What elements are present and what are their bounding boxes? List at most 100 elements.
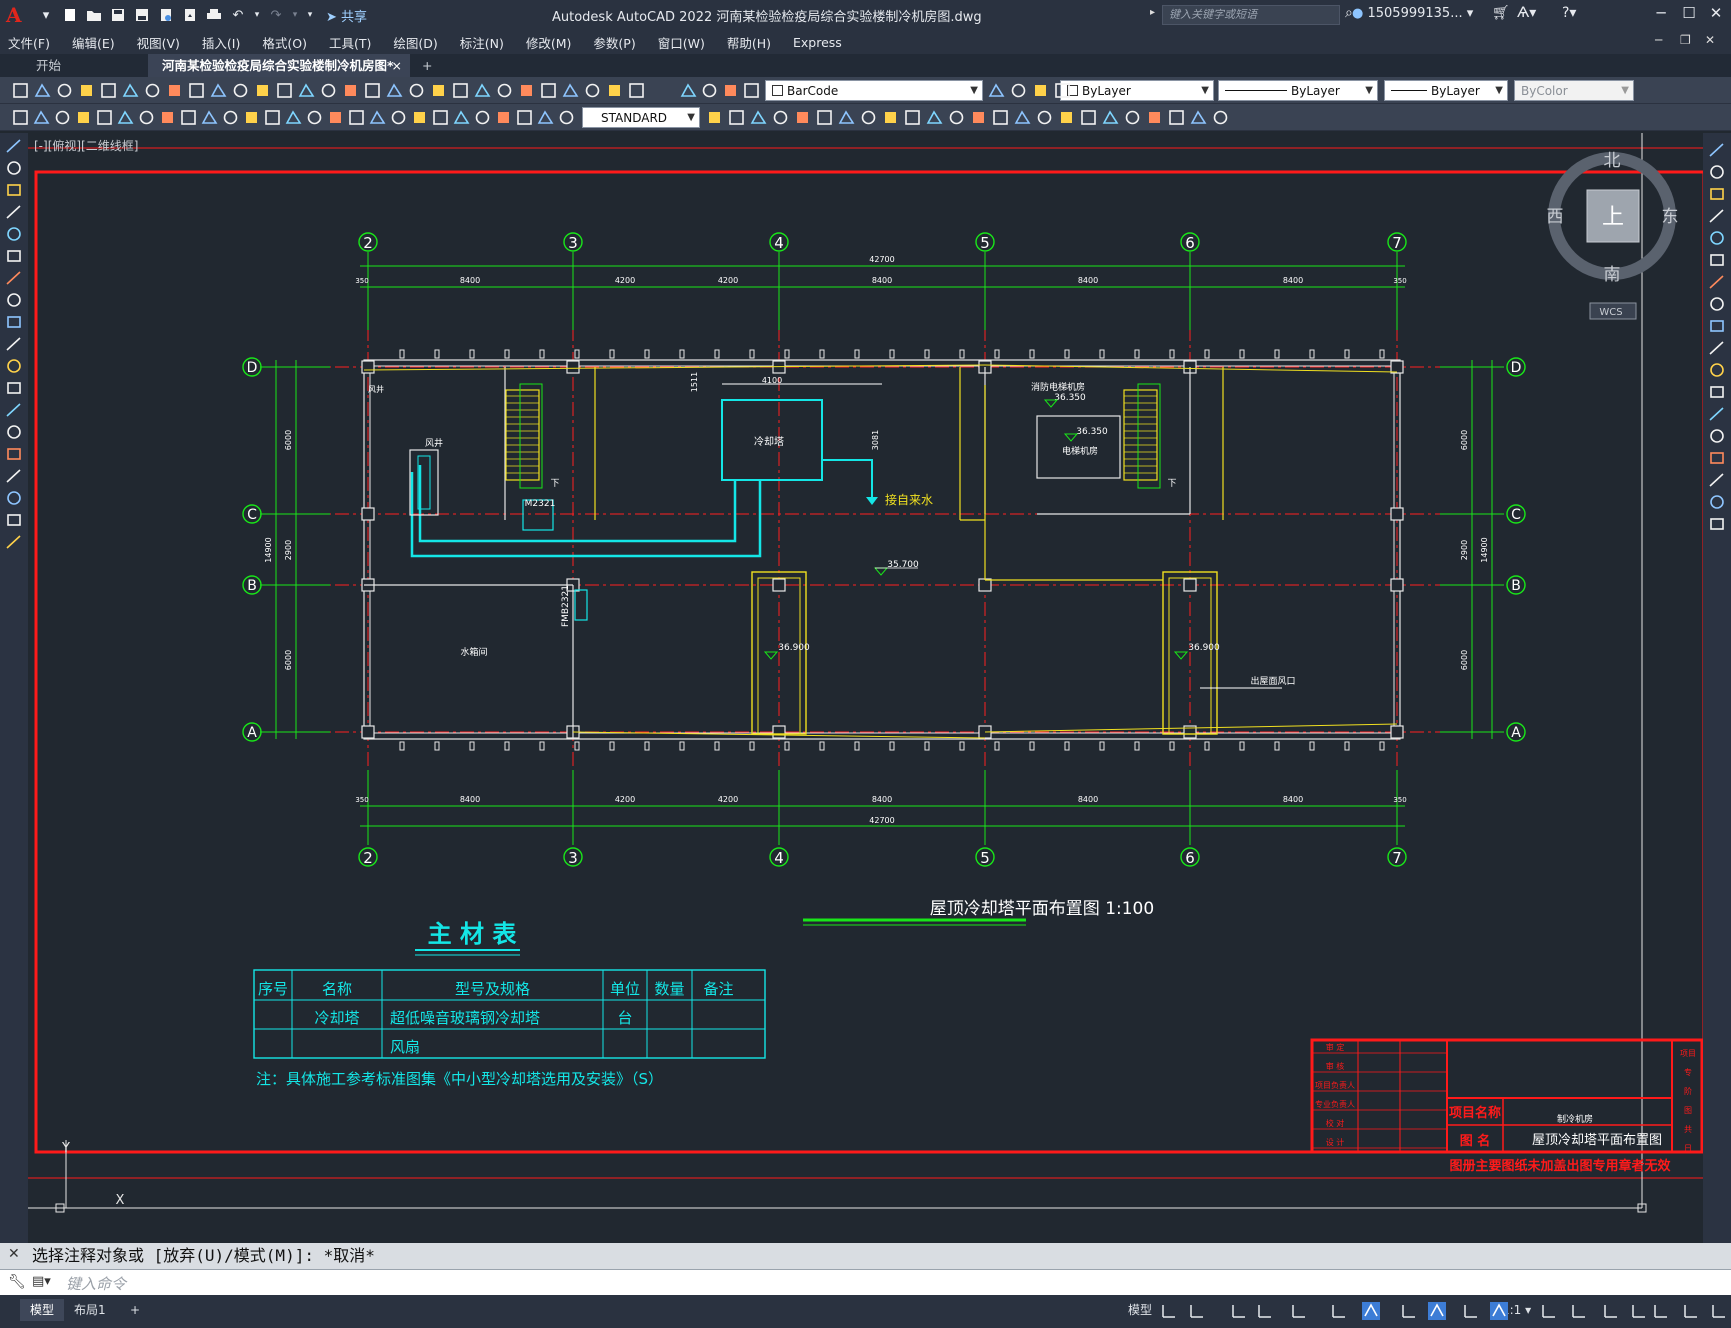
dimension-tool-icon-34[interactable]: [860, 109, 877, 126]
dimension-tool-icon-36[interactable]: [904, 109, 921, 126]
dimension-tool-icon-41[interactable]: [1014, 109, 1031, 126]
standard-tool-icon-2[interactable]: [56, 82, 73, 99]
cart-icon[interactable]: 🛒︎: [1492, 5, 1510, 21]
modify-tool-icon-12[interactable]: [1708, 405, 1726, 423]
standard-tool-icon-34[interactable]: [1010, 82, 1027, 99]
menu-item-4[interactable]: 格式(O): [262, 33, 307, 52]
draw-tool-icon-15[interactable]: [5, 467, 23, 485]
open-file-icon[interactable]: [84, 5, 104, 25]
redo-dropdown-icon[interactable]: ▾: [290, 5, 300, 25]
standard-tool-icon-25[interactable]: [562, 82, 579, 99]
standard-tool-icon-18[interactable]: [408, 82, 425, 99]
standard-tool-icon-30[interactable]: [701, 82, 718, 99]
dimension-tool-icon-10[interactable]: [222, 109, 239, 126]
modify-tool-icon-15[interactable]: [1708, 471, 1726, 489]
draw-tool-icon-16[interactable]: [5, 489, 23, 507]
dimension-tool-icon-2[interactable]: [54, 109, 71, 126]
dimension-tool-icon-35[interactable]: [882, 109, 899, 126]
draw-tool-icon-11[interactable]: [5, 379, 23, 397]
menu-item-12[interactable]: Express: [793, 35, 842, 50]
dimension-tool-icon-43[interactable]: [1058, 109, 1075, 126]
modify-tool-icon-17[interactable]: [1708, 515, 1726, 533]
standard-tool-icon-6[interactable]: [144, 82, 161, 99]
status-toggle-icon-17[interactable]: [1710, 1302, 1728, 1320]
user-account[interactable]: ● 1505999135... ▾: [1352, 6, 1473, 21]
share-button[interactable]: ➤ 共享: [326, 6, 367, 25]
dimension-tool-icon-30[interactable]: [772, 109, 789, 126]
lineweight-dropdown[interactable]: ByLayer ▼: [1384, 80, 1508, 101]
standard-tool-icon-26[interactable]: [584, 82, 601, 99]
standard-tool-icon-21[interactable]: [474, 82, 491, 99]
drawing-svg[interactable]: Y X 2 2 3 3 4 4 5 5 6 6 7 7 D D C C B B A A 42700 8400 4200 4200 8…: [28, 133, 1703, 1243]
dimension-tool-icon-14[interactable]: [306, 109, 323, 126]
dimension-tool-icon-15[interactable]: [327, 109, 344, 126]
dimension-tool-icon-29[interactable]: [750, 109, 767, 126]
dimension-tool-icon-0[interactable]: [12, 109, 29, 126]
close-window-icon[interactable]: ✕: [1705, 4, 1727, 22]
menu-item-9[interactable]: 参数(P): [593, 33, 635, 52]
drawing-canvas[interactable]: Y X 2 2 3 3 4 4 5 5 6 6 7 7 D D C C B B A A 42700 8400 4200 4200 8…: [28, 133, 1703, 1243]
tab-layout1[interactable]: 布局1: [64, 1299, 116, 1321]
doc-minimize-icon[interactable]: ─: [1655, 33, 1662, 47]
menu-item-2[interactable]: 视图(V): [137, 33, 180, 52]
dimension-tool-icon-13[interactable]: [285, 109, 302, 126]
dimension-tool-icon-4[interactable]: [96, 109, 113, 126]
dimension-tool-icon-3[interactable]: [75, 109, 92, 126]
dimension-tool-icon-17[interactable]: [369, 109, 386, 126]
status-toggle-icon-4[interactable]: [1290, 1302, 1308, 1320]
dimension-tool-icon-33[interactable]: [838, 109, 855, 126]
modify-tool-icon-11[interactable]: [1708, 383, 1726, 401]
dimension-tool-icon-49[interactable]: [1190, 109, 1207, 126]
dimension-tool-icon-48[interactable]: [1168, 109, 1185, 126]
doc-close-icon[interactable]: ✕: [1705, 33, 1715, 47]
status-toggle-icon-13[interactable]: [1602, 1302, 1620, 1320]
dimension-tool-icon-37[interactable]: [926, 109, 943, 126]
dimension-tool-icon-8[interactable]: [180, 109, 197, 126]
modify-tool-icon-16[interactable]: [1708, 493, 1726, 511]
standard-tool-icon-1[interactable]: [34, 82, 51, 99]
dimension-tool-icon-38[interactable]: [948, 109, 965, 126]
tab-close-icon[interactable]: ×: [392, 54, 402, 78]
tab-drawing[interactable]: 河南某检验检疫局综合实验楼制冷机房图* ×: [148, 54, 410, 78]
draw-tool-icon-8[interactable]: [5, 313, 23, 331]
search-input[interactable]: 键入关键字或短语: [1162, 5, 1340, 25]
menu-item-0[interactable]: 文件(F): [8, 33, 50, 52]
dimension-tool-icon-26[interactable]: [558, 109, 575, 126]
status-toggle-icon-6[interactable]: [1362, 1302, 1380, 1320]
dimension-tool-icon-45[interactable]: [1102, 109, 1119, 126]
dimension-tool-icon-21[interactable]: [453, 109, 470, 126]
dimension-tool-icon-18[interactable]: [390, 109, 407, 126]
textstyle-dropdown[interactable]: STANDARD ▼: [582, 107, 700, 128]
draw-tool-icon-10[interactable]: [5, 357, 23, 375]
standard-tool-icon-31[interactable]: [722, 82, 739, 99]
standard-tool-icon-3[interactable]: [78, 82, 95, 99]
draw-tool-icon-2[interactable]: [5, 181, 23, 199]
dimension-tool-icon-39[interactable]: [970, 109, 987, 126]
new-tab-button[interactable]: +: [414, 54, 444, 78]
standard-tool-icon-14[interactable]: [320, 82, 337, 99]
dimension-tool-icon-50[interactable]: [1212, 109, 1229, 126]
status-toggle-icon-12[interactable]: [1570, 1302, 1588, 1320]
dimension-tool-icon-24[interactable]: [516, 109, 533, 126]
modify-tool-icon-14[interactable]: [1708, 449, 1726, 467]
menu-item-3[interactable]: 插入(I): [202, 33, 240, 52]
dimension-tool-icon-31[interactable]: [794, 109, 811, 126]
standard-tool-icon-33[interactable]: [988, 82, 1005, 99]
draw-tool-icon-17[interactable]: [5, 511, 23, 529]
status-toggle-icon-14[interactable]: [1630, 1302, 1648, 1320]
dimension-tool-icon-42[interactable]: [1036, 109, 1053, 126]
modify-tool-icon-8[interactable]: [1708, 317, 1726, 335]
modify-tool-icon-7[interactable]: [1708, 295, 1726, 313]
standard-tool-icon-35[interactable]: [1032, 82, 1049, 99]
dimension-tool-icon-6[interactable]: [138, 109, 155, 126]
undo-icon[interactable]: ↶: [228, 5, 248, 25]
standard-tool-icon-24[interactable]: [540, 82, 557, 99]
dimension-tool-icon-47[interactable]: [1146, 109, 1163, 126]
menu-item-5[interactable]: 工具(T): [329, 33, 371, 52]
dimension-tool-icon-20[interactable]: [432, 109, 449, 126]
customize-qat-icon[interactable]: ▾: [304, 5, 316, 25]
standard-tool-icon-4[interactable]: [100, 82, 117, 99]
menu-item-6[interactable]: 绘图(D): [393, 33, 437, 52]
dimension-tool-icon-28[interactable]: [728, 109, 745, 126]
dimension-tool-icon-23[interactable]: [495, 109, 512, 126]
